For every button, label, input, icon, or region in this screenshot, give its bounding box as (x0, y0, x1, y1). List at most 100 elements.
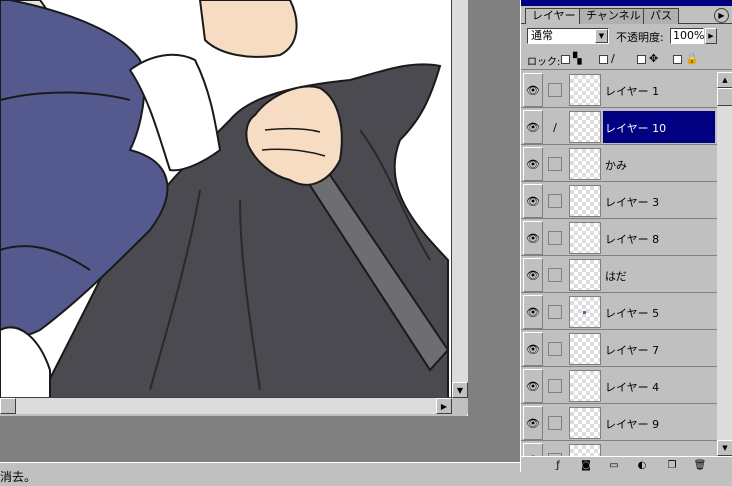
scroll-down-icon[interactable]: ▼ (717, 440, 732, 456)
eye-icon[interactable]: 👁 (523, 110, 543, 144)
canvas-vertical-scrollbar[interactable]: ▼ (452, 0, 468, 398)
layer-thumbnail (569, 185, 601, 217)
adjustment-layer-icon[interactable]: ◐ (633, 458, 651, 472)
layer-style-icon[interactable]: ƒ (549, 458, 567, 472)
layer-row[interactable]: 👁 レイヤー 7 (521, 331, 717, 367)
mask-icon[interactable]: ◙ (577, 458, 595, 472)
layer-row[interactable]: 👁 ∕ レイヤー 10 (521, 109, 717, 145)
link-box (548, 305, 562, 319)
brush-icon: ∕ (611, 52, 615, 65)
layer-name: はだ (605, 270, 627, 283)
layer-thumbnail (569, 74, 601, 106)
layer-row[interactable]: 👁 レイヤー 5 (521, 294, 717, 330)
eye-icon[interactable]: 👁 (523, 73, 543, 107)
layers-palette: レイヤー チャンネル パス ▶ 通常 ▼ 不透明度: 100% ▶ ロック: ▚… (520, 0, 732, 472)
layer-link-toggle[interactable] (545, 406, 565, 440)
trash-icon[interactable]: 🗑 (691, 458, 709, 472)
layer-thumbnail (569, 296, 601, 328)
chevron-down-icon[interactable]: ▼ (595, 29, 608, 43)
move-icon: ✥ (649, 52, 659, 65)
layer-link-toggle[interactable] (545, 147, 565, 181)
layer-name: レイヤー 1 (605, 85, 660, 98)
eye-icon[interactable]: 👁 (523, 147, 543, 181)
resize-grip[interactable] (452, 398, 468, 414)
layer-link-toggle[interactable] (545, 332, 565, 366)
transparency-grid-icon: ▚ (573, 52, 582, 65)
layer-thumbnail (569, 148, 601, 180)
layer-row[interactable]: 👁 レイヤー 3 (521, 183, 717, 219)
layer-link-toggle[interactable] (545, 295, 565, 329)
lock-label: ロック: (527, 57, 561, 68)
artwork (0, 0, 451, 397)
layer-name: レイヤー 4 (605, 381, 660, 394)
lock-row: ロック: ▚ ∕ ✥ 🔒 (521, 50, 732, 70)
eye-icon[interactable]: 👁 (523, 295, 543, 329)
layer-name: レイヤー 7 (605, 344, 660, 357)
layer-list-scrollbar[interactable]: ▲ ▼ (717, 72, 732, 456)
lock-all-checkbox[interactable] (673, 55, 682, 64)
tab-layers[interactable]: レイヤー (525, 8, 583, 24)
eye-icon[interactable]: 👁 (523, 258, 543, 292)
layer-row[interactable]: 👁 レイヤー 8 (521, 220, 717, 256)
eye-icon[interactable]: 👁 (523, 221, 543, 255)
layer-row[interactable]: 👁 かみ (521, 146, 717, 182)
link-box (548, 416, 562, 430)
lock-image-checkbox[interactable] (599, 55, 608, 64)
blend-mode-select[interactable]: 通常 ▼ (527, 28, 609, 44)
layer-name: レイヤー 10 (605, 122, 667, 135)
link-box (548, 231, 562, 245)
layer-link-toggle[interactable] (545, 221, 565, 255)
brush-icon: ∕ (553, 120, 557, 134)
scroll-down-icon[interactable]: ▼ (452, 382, 468, 398)
layer-name: レイヤー 9 (605, 418, 660, 431)
palette-tabs: レイヤー チャンネル パス ▶ (521, 6, 732, 24)
scroll-up-icon[interactable]: ▲ (717, 72, 732, 88)
scroll-left-button[interactable] (0, 398, 16, 414)
opacity-input[interactable]: 100% (670, 28, 704, 44)
layer-link-toggle[interactable] (545, 73, 565, 107)
lock-icon: 🔒 (685, 52, 699, 65)
status-text: 消去。 (0, 470, 37, 484)
layer-row[interactable]: 👁 はだ (521, 257, 717, 293)
palette-menu-icon[interactable]: ▶ (714, 8, 729, 23)
link-box (548, 194, 562, 208)
layer-name: レイヤー 8 (605, 233, 660, 246)
eye-icon[interactable]: 👁 (523, 184, 543, 218)
scroll-thumb[interactable] (717, 88, 732, 106)
layer-row[interactable]: 👁 レイヤー 4 (521, 368, 717, 404)
document-window: ▼ ▶ (0, 0, 468, 416)
blend-row: 通常 ▼ 不透明度: 100% ▶ (521, 26, 732, 46)
link-box (548, 342, 562, 356)
new-set-folder-icon[interactable]: ▭ (605, 458, 623, 472)
layer-row[interactable]: 👁レイヤー 6 (521, 442, 717, 456)
layer-link-toggle[interactable] (545, 369, 565, 403)
blend-mode-value: 通常 (531, 29, 553, 42)
layer-row[interactable]: 👁 レイヤー 1 (521, 72, 717, 108)
canvas[interactable] (0, 0, 452, 398)
layer-link-toggle[interactable] (545, 258, 565, 292)
layer-thumbnail (569, 444, 601, 456)
eye-icon[interactable]: 👁 (523, 332, 543, 366)
layer-link-toggle[interactable] (545, 443, 565, 456)
eye-icon[interactable]: 👁 (523, 369, 543, 403)
opacity-label: 不透明度: (616, 31, 664, 44)
layer-thumbnail (569, 222, 601, 254)
scroll-right-icon[interactable]: ▶ (436, 398, 452, 414)
layer-link-toggle[interactable]: ∕ (545, 110, 565, 144)
layer-thumbnail (569, 407, 601, 439)
lock-position-checkbox[interactable] (637, 55, 646, 64)
lock-transparency-checkbox[interactable] (561, 55, 570, 64)
layer-name: レイヤー 5 (605, 307, 660, 320)
tab-channels[interactable]: チャンネル (579, 8, 648, 24)
eye-icon[interactable]: 👁 (523, 406, 543, 440)
opacity-slider-icon[interactable]: ▶ (705, 28, 717, 44)
tab-paths[interactable]: パス (643, 8, 679, 24)
new-layer-icon[interactable]: ❐ (663, 458, 681, 472)
layer-thumbnail (569, 370, 601, 402)
layer-link-toggle[interactable] (545, 184, 565, 218)
eye-icon[interactable]: 👁 (523, 443, 543, 456)
link-box (548, 83, 562, 97)
layer-row[interactable]: 👁 レイヤー 9 (521, 405, 717, 441)
link-box (548, 157, 562, 171)
canvas-horizontal-scrollbar[interactable]: ▶ (0, 398, 452, 414)
